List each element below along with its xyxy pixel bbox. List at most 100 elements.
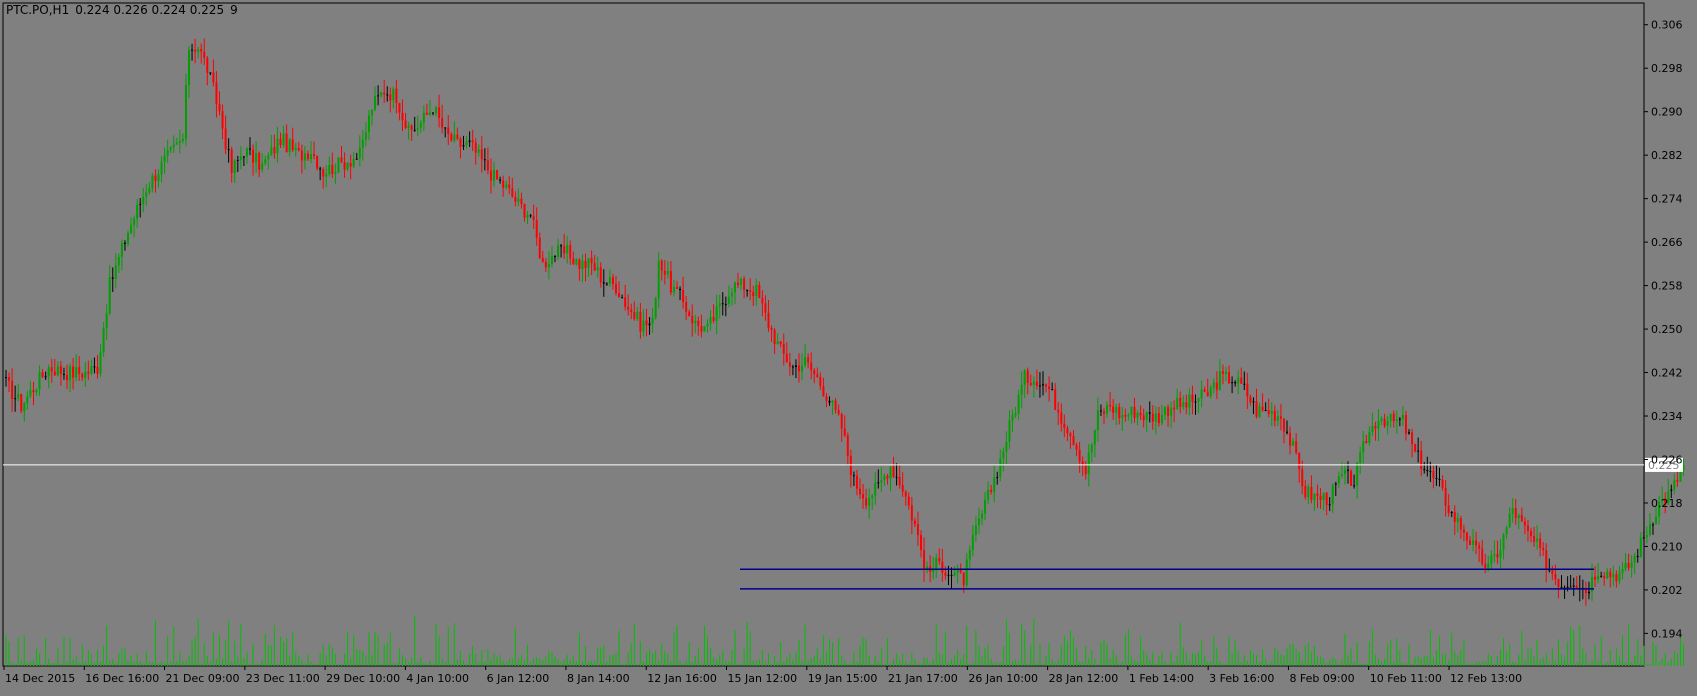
candle-body <box>142 196 145 204</box>
candle-body <box>1103 411 1105 414</box>
candle-body <box>1566 586 1569 589</box>
candle-body <box>962 572 965 586</box>
candle-body <box>1484 563 1487 568</box>
candle-body <box>1200 389 1203 399</box>
candle-body <box>401 112 404 121</box>
candle-body <box>1490 555 1493 564</box>
candle-body <box>547 264 550 268</box>
candle-body <box>666 270 669 275</box>
candle-body <box>1124 414 1127 417</box>
candle-body <box>740 278 743 285</box>
candle-body <box>1130 406 1133 415</box>
candle-body <box>1377 420 1380 429</box>
candle-body <box>1203 389 1206 392</box>
candle-body <box>1328 504 1331 506</box>
candle-body <box>636 311 639 320</box>
candle-body <box>572 258 575 265</box>
x-tick-label: 10 Feb 11:00 <box>1370 672 1442 685</box>
candle-body <box>1045 384 1048 387</box>
candle-body <box>907 496 910 506</box>
candle-body <box>1554 574 1557 580</box>
candle-body <box>1356 463 1359 486</box>
x-tick-label: 8 Feb 09:00 <box>1289 672 1354 685</box>
candle-body <box>520 198 523 204</box>
candle-body <box>974 525 977 536</box>
candle-body <box>1606 571 1609 579</box>
candle-body <box>1603 575 1606 579</box>
candle-body <box>459 138 462 147</box>
candle-body <box>1441 479 1444 488</box>
candle-body <box>1475 540 1478 546</box>
candle-body <box>883 475 886 481</box>
candle-body <box>35 389 38 393</box>
x-tick-label: 12 Feb 13:00 <box>1450 672 1522 685</box>
candle-body <box>209 72 212 74</box>
candle-body <box>413 129 416 131</box>
candle-body <box>502 180 505 188</box>
y-tick-label: 0.266 <box>1651 236 1683 249</box>
candle-body <box>648 323 651 326</box>
y-tick-label: 0.250 <box>1651 323 1683 336</box>
candle-body <box>1078 449 1081 462</box>
candle-body <box>99 352 102 374</box>
candle-body <box>1310 486 1313 500</box>
chart-window[interactable]: 0.225 0.306 0.298 0.290 0.282 0.274 0.266 0.25… <box>0 0 1697 692</box>
candle-body <box>102 327 105 353</box>
candle-body <box>285 133 288 152</box>
candle-body <box>849 455 852 476</box>
candle-body <box>456 134 459 139</box>
candle-body <box>1612 574 1615 578</box>
candle-body <box>816 374 819 377</box>
candle-body <box>1209 387 1212 397</box>
x-tick-label: 6 Jan 12:00 <box>487 672 550 685</box>
candle-body <box>1151 413 1154 422</box>
candle-body <box>840 413 843 429</box>
candle-body <box>1072 435 1075 445</box>
x-tick-label: 26 Jan 10:00 <box>968 672 1038 685</box>
candle-body <box>1670 489 1673 491</box>
candle-body <box>1655 516 1658 525</box>
candle-body <box>32 390 35 393</box>
candle-body <box>1301 469 1304 487</box>
candle-body <box>935 558 938 570</box>
candle-body <box>279 138 282 146</box>
candle-body <box>950 574 953 576</box>
candle-body <box>496 170 499 180</box>
candle-body <box>93 366 96 368</box>
candle-body <box>633 312 636 320</box>
candle-body <box>773 329 776 345</box>
price-chart[interactable]: 0.225 0.306 0.298 0.290 0.282 0.274 0.266 0.25… <box>0 0 1697 692</box>
candle-body <box>1081 461 1084 465</box>
x-tick-label: 28 Jan 12:00 <box>1049 672 1119 685</box>
candle-body <box>319 168 322 170</box>
candle-body <box>105 313 108 328</box>
candle-body <box>706 323 709 327</box>
candle-body <box>1511 508 1514 514</box>
candle-body <box>203 51 206 58</box>
candle-body <box>920 535 922 551</box>
candle-body <box>1194 401 1197 403</box>
candle-body <box>727 296 730 305</box>
candle-body <box>770 328 773 330</box>
candle-body <box>438 107 441 119</box>
candle-body <box>261 163 264 170</box>
symbol-label: PTC.PO,H1 <box>6 3 70 17</box>
candle-body <box>560 245 563 247</box>
candle-body <box>657 260 660 299</box>
candle-body <box>1106 404 1109 414</box>
candle-body <box>1383 418 1386 427</box>
candle-body <box>1014 413 1017 416</box>
candle-body <box>471 140 474 143</box>
candle-body <box>38 372 41 390</box>
candle-body <box>615 283 617 294</box>
candle-body <box>660 260 663 271</box>
candle-body <box>1298 452 1301 470</box>
candle-body <box>306 153 309 160</box>
ohlc-values: 0.224 0.226 0.224 0.225 <box>75 3 225 17</box>
candle-body <box>682 290 685 303</box>
candle-body <box>87 371 90 374</box>
candle-body <box>1051 389 1054 391</box>
candle-body <box>81 373 84 378</box>
candle-body <box>703 326 706 332</box>
candle-body <box>1142 415 1145 420</box>
